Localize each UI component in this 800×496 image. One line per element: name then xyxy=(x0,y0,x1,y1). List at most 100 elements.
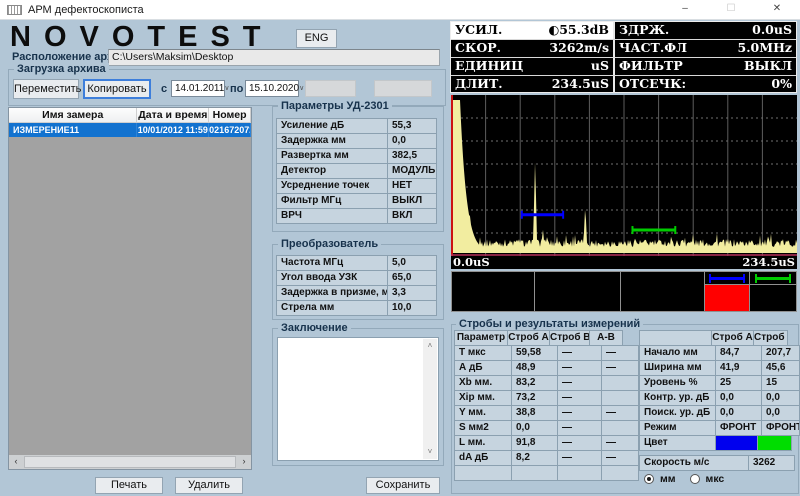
table-cell: Уровень % xyxy=(639,375,716,391)
table-cell: ВРЧ xyxy=(276,208,388,224)
table-cell: ИЗМЕРЕНИЕ11 xyxy=(9,123,137,137)
table-cell xyxy=(601,465,639,481)
horizontal-scrollbar[interactable]: ‹ › xyxy=(9,455,251,469)
alarm-cell-b xyxy=(750,285,796,311)
table-row: Ширина мм41,945,6 xyxy=(640,360,800,376)
close-icon[interactable]: ✕ xyxy=(754,0,800,19)
table-cell: ФИЛЬТР xyxy=(613,58,708,75)
table-row: Угол ввода УЗК65,0 xyxy=(277,270,437,286)
scrollbar-thumb[interactable] xyxy=(24,456,236,468)
table-cell: 0,0 xyxy=(715,405,762,421)
table-cell: Цвет xyxy=(639,435,716,451)
table-cell: 8,2 xyxy=(511,450,558,466)
table-cell: Усреднение точек xyxy=(276,178,388,194)
table-cell: 0,0 xyxy=(387,133,437,149)
radio-mks[interactable] xyxy=(690,474,700,484)
table-cell: 59,58 xyxy=(511,345,558,361)
table-cell xyxy=(601,390,639,406)
table-cell: 3,3 xyxy=(387,285,437,301)
radio-mm[interactable] xyxy=(644,474,654,484)
table-cell: Строб А xyxy=(507,330,550,346)
zone-strip xyxy=(451,271,797,312)
table-row: Поиск. ур. дБ0,00,0 xyxy=(640,405,800,421)
table-cell: Строб В xyxy=(549,330,590,346)
table-cell: 55,3 xyxy=(387,118,437,134)
table-cell xyxy=(639,330,712,346)
strobes-right-head: Строб АСтроб В xyxy=(640,330,800,346)
table-cell: dA дБ xyxy=(454,450,512,466)
table-cell: ОТСЕЧК: xyxy=(613,76,708,93)
table-cell: А дБ xyxy=(454,360,512,376)
delete-button[interactable]: Удалить xyxy=(175,477,243,494)
table-cell: Развертка мм xyxy=(276,148,388,164)
scale-end-label: 234.5uS xyxy=(742,256,795,269)
table-row: Начало мм84,7207,7 xyxy=(640,345,800,361)
table-cell: ЧАСТ.ФЛ xyxy=(613,40,708,57)
table-cell: ВКЛ xyxy=(387,208,437,224)
table-cell: S мм2 xyxy=(454,420,512,436)
table-cell xyxy=(715,435,758,451)
table-row: Т мкс59,58—— xyxy=(455,345,639,361)
table-row: Хip мм.73,2— xyxy=(455,390,639,406)
table-cell: — xyxy=(557,360,602,376)
table-cell: Т мкс xyxy=(454,345,512,361)
table-cell: Начало мм xyxy=(639,345,716,361)
ascan-scale: 0.0uS 234.5uS xyxy=(451,256,797,269)
table-cell: — xyxy=(557,375,602,391)
table-row: ДетекторМОДУЛЬ xyxy=(277,163,437,179)
table-cell: УСИЛ. xyxy=(451,22,543,39)
save-button[interactable]: Сохранить xyxy=(366,477,440,494)
language-button[interactable]: ENG xyxy=(296,29,337,48)
table-row: Y мм.38,8—— xyxy=(455,405,639,421)
move-button[interactable]: Переместить xyxy=(13,79,79,99)
transducer-table: Частота МГц5,0Угол ввода УЗК65,0Задержка… xyxy=(277,256,437,316)
table-row: Фильтр МГцВЫКЛ xyxy=(277,193,437,209)
table-row: Частота МГц5,0 xyxy=(277,255,437,271)
strobes-right-body: Начало мм84,7207,7Ширина мм41,945,6Урове… xyxy=(640,345,800,451)
table-cell: 83,2 xyxy=(511,375,558,391)
measurement-list: Имя замераДата и времяНомер ИЗМЕРЕНИЕ111… xyxy=(8,107,252,470)
scroll-left-icon[interactable]: ‹ xyxy=(9,455,23,469)
table-cell xyxy=(557,465,602,481)
disabled-field-1 xyxy=(305,80,356,97)
table-cell: L мм. xyxy=(454,435,512,451)
date-to-label: по xyxy=(230,83,243,95)
print-button[interactable]: Печать xyxy=(95,477,163,494)
table-cell: Стрела мм xyxy=(276,300,388,316)
table-cell: 0% xyxy=(708,76,796,93)
table-cell: ФРОНТ xyxy=(715,420,762,436)
minimize-icon[interactable]: – xyxy=(662,0,708,19)
date-to-select[interactable]: 15.10.2020 ∨ xyxy=(245,80,299,97)
table-row[interactable]: ИЗМЕРЕНИЕ1110/01/2012 11:590216720720 xyxy=(9,123,251,137)
conclusion-textarea[interactable]: ˄ ˅ xyxy=(277,337,439,461)
table-cell: ◐55.3dB xyxy=(543,22,613,39)
table-cell: — xyxy=(601,345,639,361)
scroll-right-icon[interactable]: › xyxy=(237,455,251,469)
table-cell: — xyxy=(601,435,639,451)
table-row: ДЛИТ.234.5uSОТСЕЧК:0% xyxy=(451,76,796,93)
table-cell: Строб А xyxy=(711,330,754,346)
table-row: S мм20,0— xyxy=(455,420,639,436)
strobes-left-head: ПараметрСтроб АСтроб ВА-В xyxy=(455,330,639,346)
vertical-scrollbar[interactable]: ˄ ˅ xyxy=(423,339,437,459)
table-row: РежимФРОНТФРОНТ xyxy=(640,420,800,436)
scroll-down-icon[interactable]: ˅ xyxy=(423,445,437,459)
table-cell: 45,6 xyxy=(761,360,800,376)
table-cell: Дата и время xyxy=(137,108,209,123)
table-cell: НЕТ xyxy=(387,178,437,194)
speed-table: Скорость м/с3262 xyxy=(640,456,795,471)
date-from-select[interactable]: 14.01.2011 ∨ xyxy=(171,80,225,97)
table-cell: 91,8 xyxy=(511,435,558,451)
table-cell: ВЫКЛ xyxy=(387,193,437,209)
archive-path-input[interactable]: C:\Users\Maksim\Desktop xyxy=(108,49,440,66)
table-cell: Хb мм. xyxy=(454,375,512,391)
gate-b-zone xyxy=(750,272,796,311)
table-cell: 0,0 xyxy=(761,405,800,421)
scroll-up-icon[interactable]: ˄ xyxy=(423,339,437,353)
table-row: Скорость м/с3262 xyxy=(640,455,795,471)
table-cell: 84,7 xyxy=(715,345,762,361)
strobes-left-table: ПараметрСтроб АСтроб ВА-В Т мкс59,58——А … xyxy=(455,331,639,481)
copy-button[interactable]: Копировать xyxy=(83,79,151,99)
table-cell: 0216720720 xyxy=(209,123,251,137)
table-cell: — xyxy=(557,345,602,361)
